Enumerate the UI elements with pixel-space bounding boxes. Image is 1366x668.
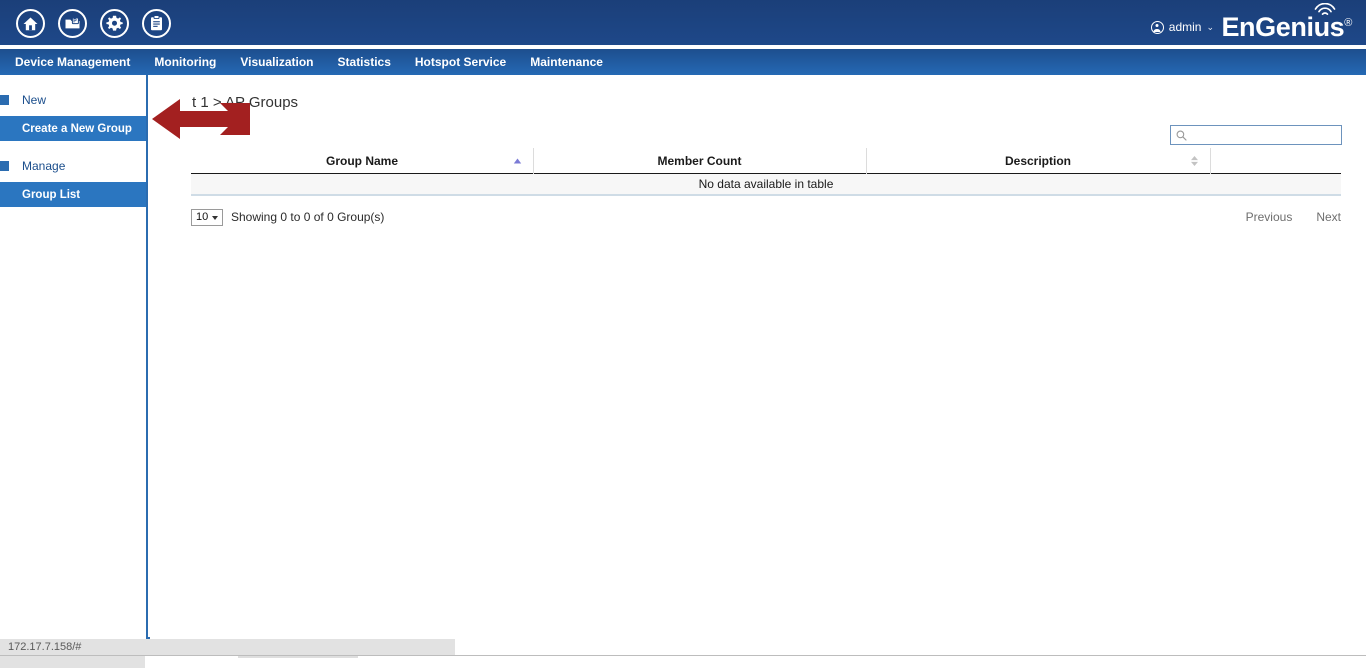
sidebar: New Create a New Group Manage Group List [0,75,148,643]
main-content: t 1 > AP Groups Group Name Member Count … [150,75,1366,643]
column-label: Member Count [658,154,742,168]
main-navigation: Device Management Monitoring Visualizati… [0,49,1366,75]
taskbar-chunk [0,656,145,668]
column-divider [866,148,867,174]
sort-none-icon [1190,156,1199,167]
top-header: P admin ⌄ EnGenius® [0,0,1366,47]
nav-item-device-management[interactable]: Device Management [11,49,142,75]
avatar [1151,21,1164,34]
sidebar-section-label: Manage [22,159,65,173]
home-icon[interactable] [16,9,45,38]
section-marker-icon [0,161,9,171]
taskbar-chunk-secondary [238,656,358,658]
previous-page-button[interactable]: Previous [1246,210,1293,224]
column-label: Description [1005,154,1071,168]
pagination: Previous Next [1246,210,1341,224]
showing-entries-label: Showing 0 to 0 of 0 Group(s) [231,210,384,224]
breadcrumb: t 1 > AP Groups [192,94,298,111]
column-divider [533,148,534,174]
admin-username: admin [1169,20,1202,34]
table-empty-row: No data available in table [191,174,1341,196]
nav-item-monitoring[interactable]: Monitoring [142,49,228,75]
sidebar-item-label: Group List [22,189,80,201]
column-header-spacer [1210,148,1341,174]
projector-icon[interactable]: P [58,9,87,38]
brand-name: EnGenius [1221,12,1344,42]
search-input[interactable] [1190,127,1341,143]
sidebar-section-label: New [22,93,46,107]
next-page-button[interactable]: Next [1316,210,1341,224]
nav-item-statistics[interactable]: Statistics [326,49,403,75]
page-length-value: 10 [196,211,208,223]
column-header-group-name[interactable]: Group Name [191,148,533,174]
sidebar-item-create-a-new-group[interactable]: Create a New Group [0,116,146,141]
svg-text:P: P [73,19,77,25]
brand-logo: EnGenius® [1221,8,1352,42]
column-divider [1210,148,1211,174]
search-icon [1176,130,1187,141]
gear-icon[interactable] [100,9,129,38]
nav-item-hotspot-service[interactable]: Hotspot Service [403,49,518,75]
column-label: Group Name [326,154,398,168]
nav-item-maintenance[interactable]: Maintenance [518,49,615,75]
sidebar-section-manage: Manage [0,150,146,182]
sort-ascending-icon [513,158,522,164]
sidebar-gap [0,141,146,150]
column-header-member-count[interactable]: Member Count [533,148,866,174]
sidebar-item-group-list[interactable]: Group List [0,182,146,207]
chevron-down-icon [212,216,218,220]
ap-groups-table: Group Name Member Count Description [191,148,1341,196]
table-footer: 10 Showing 0 to 0 of 0 Group(s) Previous… [191,207,1341,227]
nav-item-visualization[interactable]: Visualization [228,49,325,75]
status-bar: 172.17.7.158/# [0,639,455,655]
column-header-description[interactable]: Description [866,148,1210,174]
empty-message: No data available in table [699,177,834,191]
brand-registered-mark: ® [1344,17,1352,29]
header-icon-group: P [16,9,171,38]
section-marker-icon [0,95,9,105]
clipboard-icon[interactable] [142,9,171,38]
sidebar-item-label: Create a New Group [22,123,132,135]
chevron-down-icon: ⌄ [1206,22,1214,33]
table-header-row: Group Name Member Count Description [191,148,1341,174]
sidebar-section-new: New [0,84,146,116]
taskbar [0,655,1366,668]
status-bar-url: 172.17.7.158/# [8,641,81,653]
search-box[interactable] [1170,125,1342,145]
sidebar-top-spacer [0,75,146,84]
page-length-select[interactable]: 10 [191,209,223,226]
admin-menu[interactable]: admin ⌄ [1151,20,1214,34]
